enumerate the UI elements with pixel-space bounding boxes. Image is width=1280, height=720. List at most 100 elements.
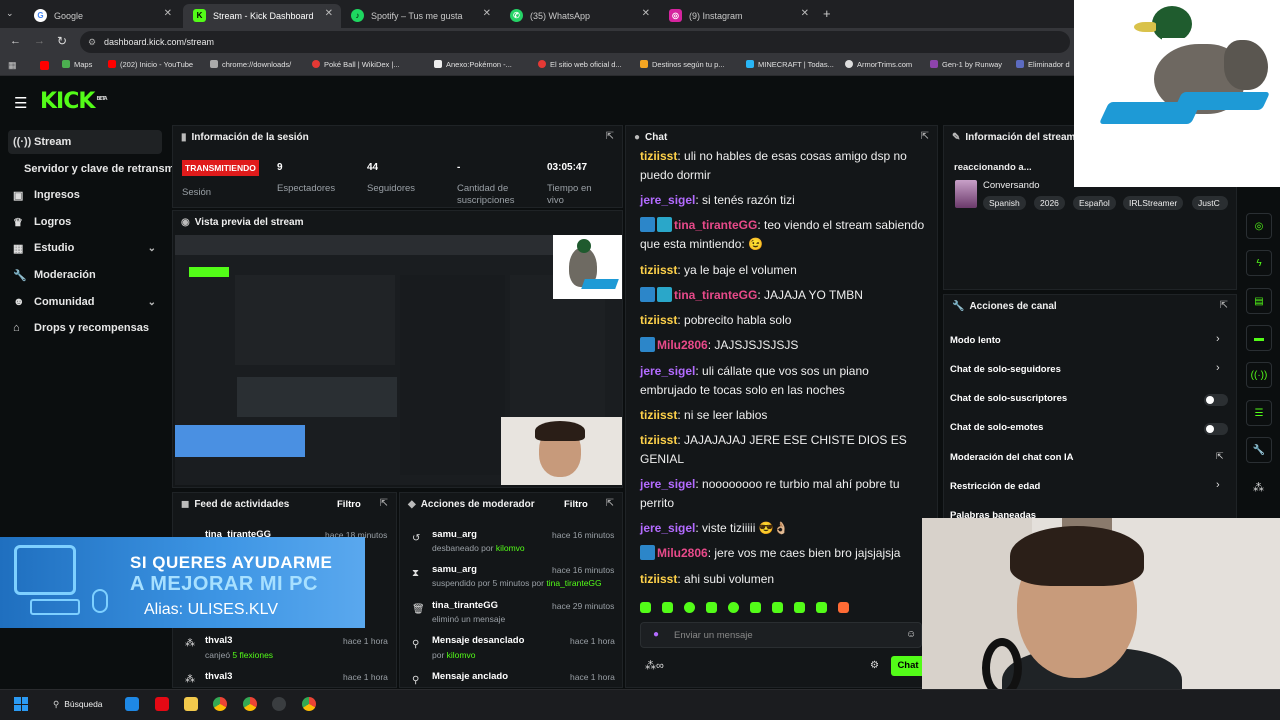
action-age-restriction[interactable]: Restricción de edad	[950, 481, 1040, 492]
mod-row-name[interactable]: samu_arg	[432, 564, 477, 575]
expand-icon[interactable]: ⇱	[606, 498, 614, 509]
action-subs-only[interactable]: Chat de solo-suscriptores	[950, 393, 1067, 404]
menu-icon[interactable]: ☰	[14, 94, 27, 112]
forward-icon[interactable]: →	[34, 35, 45, 47]
site-info-icon[interactable]: ⚙	[88, 31, 96, 53]
feed-row-name[interactable]: thval3	[205, 671, 232, 682]
windows-start-icon[interactable]	[14, 697, 28, 711]
bookmark-item[interactable]: ArmorTrims.com	[845, 60, 912, 69]
chat-username[interactable]: tiziisst	[640, 433, 677, 447]
close-icon[interactable]: ✕	[483, 8, 491, 19]
tab-instagram[interactable]: ◎ (9) Instagram ✕	[659, 4, 817, 28]
sidebar-item-stream[interactable]: ((·)) Stream	[8, 130, 162, 154]
emote-icon[interactable]	[706, 602, 717, 613]
emote-icon[interactable]	[772, 602, 783, 613]
mod-filter-button[interactable]: Filtro	[564, 499, 588, 510]
stream-tag[interactable]: 2026	[1034, 196, 1065, 210]
rail-wrench-button[interactable]: 🔧	[1246, 437, 1272, 463]
emotes-only-toggle[interactable]	[1204, 423, 1228, 435]
mod-row-name[interactable]: Mensaje anclado	[432, 671, 508, 682]
bookmark-item[interactable]: Gen-1 by Runway	[930, 60, 1002, 69]
sidebar-item-moderacion[interactable]: 🔧 Moderación	[8, 263, 162, 287]
chrome-profile-icon[interactable]	[302, 697, 316, 711]
chat-username[interactable]: tina_tiranteGG	[674, 288, 757, 302]
chat-username[interactable]: Milu2806	[657, 546, 708, 560]
bookmark-item[interactable]: MINECRAFT | Todas...	[746, 60, 834, 69]
bookmark-item[interactable]: chrome://downloads/	[210, 60, 291, 69]
action-slow-mode[interactable]: Modo lento	[950, 335, 1001, 346]
chat-username[interactable]: jere_sigel	[640, 364, 695, 378]
bookmark-item[interactable]: Poké Ball | WikiDex |...	[312, 60, 400, 69]
close-icon[interactable]: ✕	[164, 8, 172, 19]
chat-input[interactable]: ● Enviar un mensaje ☺	[640, 622, 922, 648]
bookmark-item[interactable]: Eliminador d	[1016, 60, 1070, 69]
category-name[interactable]: Conversando	[983, 180, 1040, 191]
chat-username[interactable]: tina_tiranteGG	[674, 218, 757, 232]
expand-icon[interactable]: ⇱	[606, 131, 614, 142]
subs-only-toggle[interactable]	[1204, 394, 1228, 406]
apps-icon[interactable]: ▦	[8, 60, 17, 71]
chrome-icon[interactable]	[213, 697, 227, 711]
new-tab-icon[interactable]: +	[823, 6, 831, 21]
feed-row-name[interactable]: thval3	[205, 635, 232, 646]
tab-whatsapp[interactable]: ✆ (35) WhatsApp ✕	[500, 4, 658, 28]
action-followers-only[interactable]: Chat de solo-seguidores	[950, 364, 1061, 375]
rail-chat-button[interactable]: ▬	[1246, 325, 1272, 351]
netflix-icon[interactable]	[155, 697, 169, 711]
sidebar-item-logros[interactable]: ♛ Logros	[8, 210, 162, 234]
expand-icon[interactable]: ⇱	[380, 498, 388, 509]
chevron-right-icon[interactable]: ›	[1216, 333, 1220, 345]
sidebar-item-server-key[interactable]: Servidor y clave de retransm	[8, 157, 178, 181]
mod-row-name[interactable]: tina_tiranteGG	[432, 600, 498, 611]
rail-broadcast-button[interactable]: ((·))	[1246, 362, 1272, 388]
emote-icon[interactable]	[750, 602, 761, 613]
tab-google[interactable]: G Google ✕	[24, 4, 180, 28]
emote-icon[interactable]	[816, 602, 827, 613]
emote-icon[interactable]	[838, 602, 849, 613]
emote-icon[interactable]	[794, 602, 805, 613]
close-icon[interactable]: ✕	[642, 8, 650, 19]
tab-list-icon[interactable]: ⌄	[6, 8, 20, 20]
close-icon[interactable]: ✕	[325, 8, 333, 19]
action-emotes-only[interactable]: Chat de solo-emotes	[950, 422, 1043, 433]
taskview-icon[interactable]	[125, 697, 139, 711]
emote-icon[interactable]	[640, 602, 651, 613]
chrome-active-icon[interactable]	[243, 697, 257, 711]
chat-username[interactable]: tiziisst	[640, 263, 677, 277]
kick-logo[interactable]: KICK BETA	[40, 89, 108, 114]
chat-username[interactable]: jere_sigel	[640, 521, 695, 535]
rail-clipboard-button[interactable]: ▤	[1246, 288, 1272, 314]
points-icon[interactable]: ⁂∞	[645, 659, 664, 672]
emote-icon[interactable]	[728, 602, 739, 613]
chat-username[interactable]: jere_sigel	[640, 477, 695, 491]
mic-icon[interactable]: ●	[653, 629, 659, 640]
back-icon[interactable]: ←	[10, 35, 21, 47]
file-explorer-icon[interactable]	[184, 697, 198, 711]
emote-icon[interactable]	[662, 602, 673, 613]
expand-icon[interactable]: ⇱	[921, 131, 929, 142]
chevron-right-icon[interactable]: ›	[1216, 362, 1220, 374]
chat-username[interactable]: jere_sigel	[640, 193, 695, 207]
bookmark-item[interactable]: Maps	[62, 60, 92, 69]
action-ai-moderation[interactable]: Moderación del chat con IA	[950, 452, 1074, 463]
stream-tag[interactable]: IRLStreamer	[1123, 196, 1184, 210]
bookmark-item[interactable]: Anexo:Pokémon -...	[434, 60, 512, 69]
mod-row-name[interactable]: samu_arg	[432, 529, 477, 540]
chat-username[interactable]: Milu2806	[657, 338, 708, 352]
youtube-icon[interactable]	[40, 61, 49, 70]
stream-tag[interactable]: Spanish	[983, 196, 1026, 210]
reload-icon[interactable]: ↻	[57, 34, 67, 48]
rail-camera-button[interactable]: ◎	[1246, 213, 1272, 239]
settings-icon[interactable]	[272, 697, 286, 711]
taskbar-search[interactable]: ⚲ Búsqueda	[44, 694, 116, 714]
bookmark-item[interactable]: (202) Inicio - YouTube	[108, 60, 193, 69]
chat-username[interactable]: tiziisst	[640, 313, 677, 327]
chat-username[interactable]: tiziisst	[640, 408, 677, 422]
chat-username[interactable]: tiziisst	[640, 149, 677, 163]
send-chat-button[interactable]: Chat	[891, 656, 925, 676]
emoji-icon[interactable]: ☺	[906, 629, 916, 640]
sidebar-item-ingresos[interactable]: ▣ Ingresos	[8, 183, 162, 207]
tab-spotify[interactable]: ♪ Spotify – Tus me gusta ✕	[341, 4, 499, 28]
chat-username[interactable]: tiziisst	[640, 572, 677, 586]
sidebar-item-estudio[interactable]: ▦ Estudio ⌄	[8, 236, 162, 260]
